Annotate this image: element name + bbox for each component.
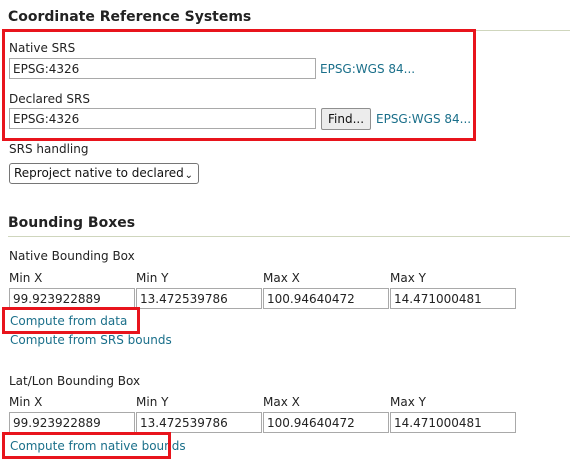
bbox-section-title: Bounding Boxes — [8, 215, 136, 231]
find-srs-button[interactable]: Find... — [321, 108, 372, 130]
compute-from-native-link[interactable]: Compute from native bounds — [10, 439, 186, 453]
srs-handling-label: SRS handling — [9, 142, 89, 156]
native-maxy-input[interactable] — [390, 288, 516, 309]
native-bbox-label: Native Bounding Box — [9, 249, 135, 263]
declared-srs-link[interactable]: EPSG:WGS 84... — [376, 112, 471, 126]
srs-handling-value: Reproject native to declared — [14, 166, 184, 180]
latlon-minx-header: Min X — [9, 395, 43, 409]
native-minx-header: Min X — [9, 271, 43, 285]
declared-srs-input[interactable] — [9, 108, 316, 129]
native-maxy-header: Max Y — [390, 271, 426, 285]
latlon-maxx-input[interactable] — [263, 412, 389, 433]
native-srs-label: Native SRS — [9, 41, 76, 55]
compute-from-data-link[interactable]: Compute from data — [10, 314, 127, 328]
compute-from-srs-link[interactable]: Compute from SRS bounds — [10, 333, 172, 347]
latlon-maxy-input[interactable] — [390, 412, 516, 433]
native-srs-link[interactable]: EPSG:WGS 84... — [320, 62, 415, 76]
latlon-minx-input[interactable] — [9, 412, 135, 433]
declared-srs-label: Declared SRS — [9, 92, 90, 106]
latlon-miny-input[interactable] — [136, 412, 262, 433]
crs-section-divider — [8, 30, 570, 31]
srs-handling-select[interactable]: Reproject native to declared ⌄ — [9, 163, 199, 184]
crs-section-title: Coordinate Reference Systems — [8, 9, 252, 25]
chevron-down-icon: ⌄ — [184, 170, 193, 181]
latlon-miny-header: Min Y — [136, 395, 169, 409]
native-maxx-input[interactable] — [263, 288, 389, 309]
native-minx-input[interactable] — [9, 288, 135, 309]
native-srs-input[interactable] — [9, 58, 316, 79]
latlon-maxy-header: Max Y — [390, 395, 426, 409]
bbox-section-divider — [8, 236, 570, 237]
latlon-bbox-label: Lat/Lon Bounding Box — [9, 374, 141, 388]
native-miny-input[interactable] — [136, 288, 262, 309]
native-maxx-header: Max X — [263, 271, 300, 285]
native-miny-header: Min Y — [136, 271, 169, 285]
latlon-maxx-header: Max X — [263, 395, 300, 409]
